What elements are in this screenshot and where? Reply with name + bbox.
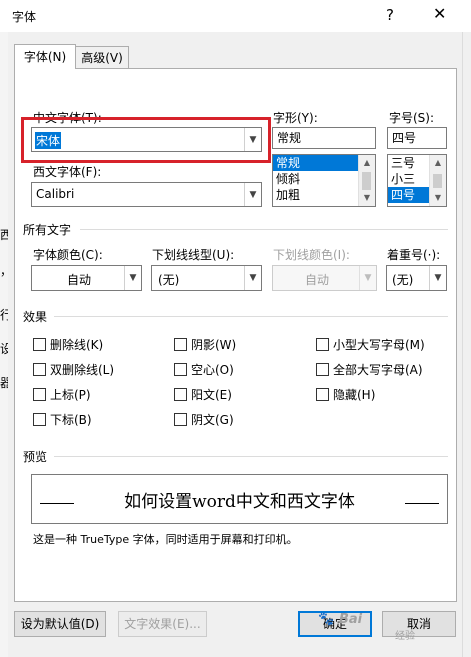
emphasis-mark-value: (无) xyxy=(392,273,414,287)
tab-advanced[interactable]: 高级(V) xyxy=(75,46,129,69)
tab-font[interactable]: 字体(N) xyxy=(14,44,76,69)
font-style-list[interactable]: 常规 倾斜 加粗 ▲ ▼ xyxy=(272,154,376,207)
emphasis-mark-combo[interactable]: (无) ▼ xyxy=(386,265,447,291)
western-font-label: 西文字体(F): xyxy=(33,165,102,179)
cancel-button[interactable]: 取消 xyxy=(382,611,456,637)
preview-group-label: 预览 xyxy=(23,450,48,464)
preview-baseline-right xyxy=(405,503,439,504)
close-button[interactable]: ✕ xyxy=(433,4,446,23)
underline-style-combo[interactable]: (无) ▼ xyxy=(151,265,262,291)
font-size-input[interactable]: 四号 xyxy=(387,127,447,149)
shadow-label[interactable]: 阴影(W) xyxy=(191,336,236,353)
superscript-label[interactable]: 上标(P) xyxy=(50,386,91,403)
font-style-input[interactable]: 常规 xyxy=(272,127,376,149)
font-size-label: 字号(S): xyxy=(389,111,435,125)
title-bar xyxy=(0,0,471,33)
all-caps-label[interactable]: 全部大写字母(A) xyxy=(333,361,423,378)
underline-style-label: 下划线线型(U): xyxy=(152,248,235,262)
western-font-value: Calibri xyxy=(36,187,75,201)
underline-color-combo: 自动 ▼ xyxy=(272,265,377,291)
shadow-checkbox[interactable] xyxy=(174,338,187,351)
scrollbar[interactable]: ▲ ▼ xyxy=(429,155,446,206)
scroll-up-icon[interactable]: ▲ xyxy=(430,155,446,171)
double-strikethrough-label[interactable]: 双删除线(L) xyxy=(50,361,114,378)
engrave-label[interactable]: 阴文(G) xyxy=(191,411,234,428)
effects-group-label: 效果 xyxy=(23,310,48,324)
divider xyxy=(54,456,448,457)
scroll-down-icon[interactable]: ▼ xyxy=(430,190,446,206)
highlight-box xyxy=(21,117,271,163)
subscript-checkbox[interactable] xyxy=(33,413,46,426)
dialog-title: 字体 xyxy=(12,10,37,24)
scroll-thumb[interactable] xyxy=(362,172,371,190)
strikethrough-checkbox[interactable] xyxy=(33,338,46,351)
western-font-combo[interactable]: Calibri ▼ xyxy=(31,182,262,207)
underline-style-value: (无) xyxy=(158,273,180,287)
scroll-thumb[interactable] xyxy=(433,174,442,188)
font-style-label: 字形(Y): xyxy=(273,111,318,125)
underline-color-value: 自动 xyxy=(304,273,329,287)
double-strikethrough-checkbox[interactable] xyxy=(33,363,46,376)
divider xyxy=(54,316,448,317)
scrollbar[interactable]: ▲ ▼ xyxy=(358,155,375,206)
preview-description: 这是一种 TrueType 字体，同时适用于屏幕和打印机。 xyxy=(33,533,298,546)
chevron-down-icon: ▼ xyxy=(359,266,376,290)
all-text-group-label: 所有文字 xyxy=(23,223,72,237)
watermark-text: Bai xyxy=(339,612,363,627)
chevron-down-icon[interactable]: ▼ xyxy=(124,266,141,290)
set-default-button[interactable]: 设为默认值(D) xyxy=(14,611,106,637)
preview-sample-text: 如何设置word中文和西文字体 xyxy=(124,492,355,512)
engrave-checkbox[interactable] xyxy=(174,413,187,426)
scroll-up-icon[interactable]: ▲ xyxy=(359,155,375,171)
hidden-label[interactable]: 隐藏(H) xyxy=(333,386,375,403)
small-caps-label[interactable]: 小型大写字母(M) xyxy=(333,336,425,353)
watermark-paw-icon: 🐾 xyxy=(318,612,335,627)
preview-baseline-left xyxy=(40,503,74,504)
outline-checkbox[interactable] xyxy=(174,363,187,376)
font-color-combo[interactable]: 自动 ▼ xyxy=(31,265,142,291)
background-document-right xyxy=(462,32,471,657)
divider xyxy=(80,229,448,230)
emboss-label[interactable]: 阳文(E) xyxy=(191,386,232,403)
all-caps-checkbox[interactable] xyxy=(316,363,329,376)
hidden-checkbox[interactable] xyxy=(316,388,329,401)
chevron-down-icon[interactable]: ▼ xyxy=(244,266,261,290)
outline-label[interactable]: 空心(O) xyxy=(191,361,234,378)
small-caps-checkbox[interactable] xyxy=(316,338,329,351)
chevron-down-icon[interactable]: ▼ xyxy=(429,266,446,290)
preview-box: 如何设置word中文和西文字体 xyxy=(31,474,448,524)
scroll-down-icon[interactable]: ▼ xyxy=(359,190,375,206)
text-effects-button: 文字效果(E)... xyxy=(118,611,207,637)
font-color-value: 自动 xyxy=(66,273,91,287)
help-button[interactable]: ? xyxy=(386,6,394,24)
subscript-label[interactable]: 下标(B) xyxy=(50,411,92,428)
font-size-list[interactable]: 三号 小三 四号 ▲ ▼ xyxy=(387,154,447,207)
underline-color-label: 下划线颜色(I): xyxy=(273,248,350,262)
superscript-checkbox[interactable] xyxy=(33,388,46,401)
chevron-down-icon[interactable]: ▼ xyxy=(244,183,261,206)
emphasis-mark-label: 着重号(·): xyxy=(387,248,441,262)
strikethrough-label[interactable]: 删除线(K) xyxy=(50,336,103,353)
font-color-label: 字体颜色(C): xyxy=(33,248,103,262)
watermark-suffix: 经验 xyxy=(395,631,415,642)
emboss-checkbox[interactable] xyxy=(174,388,187,401)
